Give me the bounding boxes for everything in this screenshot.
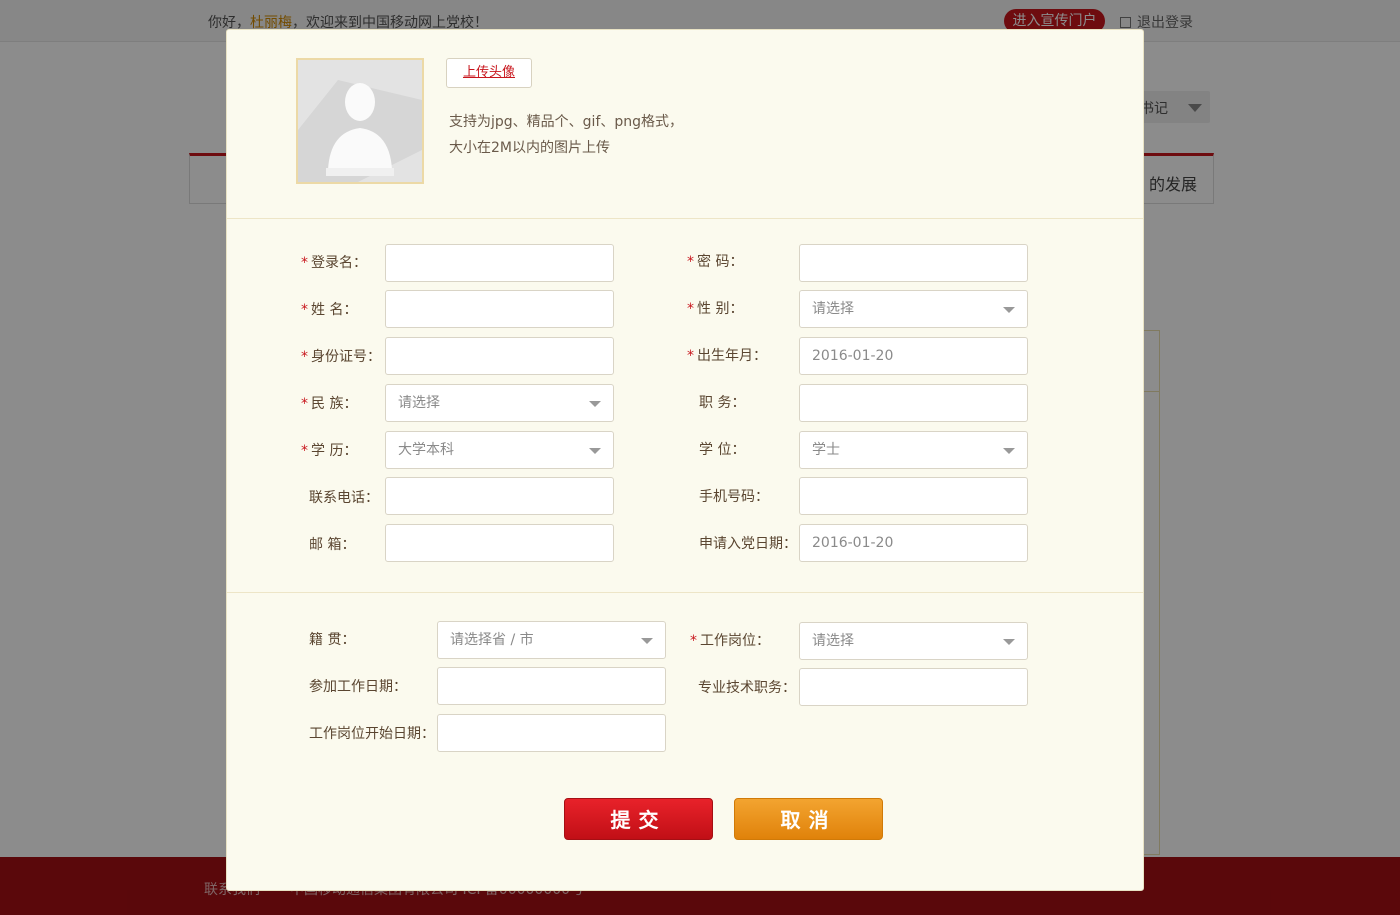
work-start-label: 参加工作日期： — [309, 679, 407, 695]
work-start-input[interactable] — [437, 667, 666, 705]
native-place-label: 籍 贯： — [309, 632, 356, 648]
upload-hint-line1: 支持为jpg、精品个、gif、png格式， — [449, 114, 684, 130]
chevron-down-icon — [1003, 639, 1015, 645]
gender-label: * 性 别： — [687, 301, 744, 317]
birth-date-input[interactable]: 2016-01-20 — [799, 337, 1028, 375]
submit-button[interactable]: 提交 — [564, 798, 713, 840]
tech-title-label: 专业技术职务： — [698, 680, 796, 696]
post-start-label: 工作岗位开始日期： — [309, 726, 435, 742]
ethnicity-label: * 民 族： — [301, 396, 358, 412]
ethnicity-select[interactable]: 请选择 — [385, 384, 614, 422]
chevron-down-icon — [641, 638, 653, 644]
id-number-input[interactable] — [385, 337, 614, 375]
password-input[interactable] — [799, 244, 1028, 282]
mobile-input[interactable] — [799, 477, 1028, 515]
education-label: * 学 历： — [301, 443, 358, 459]
upload-hint: 支持为jpg、精品个、gif、png格式， 大小在2M以内的图片上传 — [449, 109, 749, 161]
tech-title-input[interactable] — [799, 668, 1028, 706]
native-place-select[interactable]: 请选择省 / 市 — [437, 621, 666, 659]
chevron-down-icon — [589, 401, 601, 407]
email-label: 邮 箱： — [309, 537, 356, 553]
native-place-select-value: 请选择省 / 市 — [450, 632, 534, 648]
section-divider — [227, 218, 1143, 219]
phone-input[interactable] — [385, 477, 614, 515]
degree-label: 学 位： — [699, 442, 746, 458]
id-number-label: * 身份证号： — [301, 349, 381, 365]
apply-date-label: 申请入党日期： — [699, 536, 797, 552]
education-select[interactable]: 大学本科 — [385, 431, 614, 469]
login-name-input[interactable] — [385, 244, 614, 282]
upload-avatar-button[interactable]: 上传头像 — [446, 58, 532, 88]
email-input[interactable] — [385, 524, 614, 562]
avatar — [296, 58, 424, 184]
apply-date-input[interactable]: 2016-01-20 — [799, 524, 1028, 562]
gender-select-value: 请选择 — [812, 301, 854, 317]
chevron-down-icon — [1003, 448, 1015, 454]
ethnicity-select-value: 请选择 — [398, 395, 440, 411]
job-post-select-value: 请选择 — [812, 633, 854, 649]
chevron-down-icon — [589, 448, 601, 454]
profile-modal: 上传头像 支持为jpg、精品个、gif、png格式， 大小在2M以内的图片上传 … — [226, 29, 1144, 891]
section-divider — [227, 592, 1143, 593]
cancel-button[interactable]: 取消 — [734, 798, 883, 840]
avatar-placeholder-icon — [298, 60, 422, 182]
degree-select[interactable]: 学士 — [799, 431, 1028, 469]
birth-date-label: * 出生年月： — [687, 348, 767, 364]
post-start-input[interactable] — [437, 714, 666, 752]
degree-select-value: 学士 — [812, 442, 840, 458]
full-name-input[interactable] — [385, 290, 614, 328]
upload-hint-line2: 大小在2M以内的图片上传 — [449, 140, 610, 156]
full-name-label: * 姓 名： — [301, 302, 358, 318]
gender-select[interactable]: 请选择 — [799, 290, 1028, 328]
job-post-label: * 工作岗位： — [690, 633, 770, 649]
password-label: * 密 码： — [687, 254, 744, 270]
mobile-label: 手机号码： — [699, 489, 769, 505]
phone-label: 联系电话： — [309, 490, 379, 506]
position-label: 职 务： — [699, 395, 746, 411]
chevron-down-icon — [1003, 307, 1015, 313]
login-name-label: * 登录名： — [301, 255, 367, 271]
education-select-value: 大学本科 — [398, 442, 454, 458]
job-post-select[interactable]: 请选择 — [799, 622, 1028, 660]
position-input[interactable] — [799, 384, 1028, 422]
